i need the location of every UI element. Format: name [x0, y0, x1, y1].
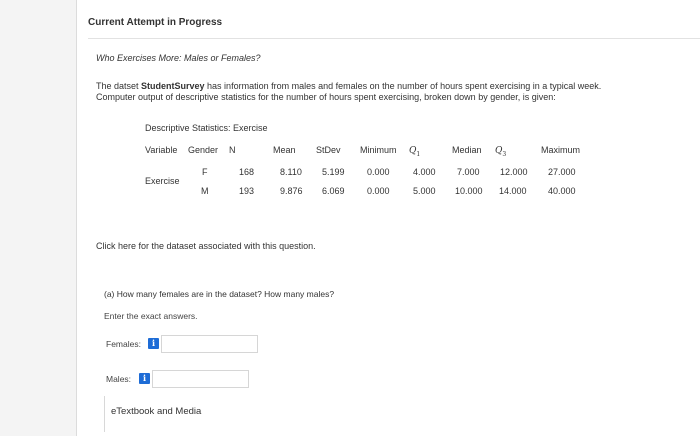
question-title: Who Exercises More: Males or Females? — [96, 53, 261, 63]
page-frame: Current Attempt in Progress Who Exercise… — [0, 0, 700, 436]
cell-maximum: 27.000 — [548, 167, 576, 177]
etextbook-link[interactable]: eTextbook and Media — [111, 406, 201, 417]
cell-stdev: 6.069 — [322, 186, 345, 196]
cell-gender: M — [201, 186, 209, 196]
header-stdev: StDev — [316, 145, 341, 155]
females-label: Females: — [106, 339, 141, 349]
cell-median: 7.000 — [457, 167, 480, 177]
stats-title: Descriptive Statistics: Exercise — [145, 123, 268, 133]
cell-maximum: 40.000 — [548, 186, 576, 196]
cell-n: 168 — [239, 167, 255, 177]
header-variable: Variable — [145, 145, 178, 155]
dataset-link[interactable]: Click here for the dataset associated wi… — [96, 241, 316, 251]
cell-mean: 8.110 — [280, 167, 302, 177]
header-minimum: Minimum — [360, 145, 397, 155]
females-input[interactable] — [161, 335, 258, 353]
males-input[interactable] — [152, 370, 249, 388]
header-q3: Q3 — [495, 145, 506, 158]
header-median: Median — [452, 145, 482, 155]
cell-stdev: 5.199 — [322, 167, 345, 177]
cell-n: 193 — [239, 186, 255, 196]
part-a-prompt: (a) How many females are in the dataset?… — [104, 289, 335, 299]
intro-prefix: The datset — [96, 81, 142, 91]
header-q1: Q1 — [409, 145, 420, 158]
instruction-text: Enter the exact answers. — [104, 311, 198, 321]
info-icon[interactable]: i — [139, 373, 150, 384]
attempt-title: Current Attempt in Progress — [88, 17, 223, 28]
cell-q1: 5.000 — [413, 186, 436, 196]
cell-mean: 9.876 — [280, 186, 303, 196]
cell-q3: 12.000 — [500, 167, 528, 177]
males-label: Males: — [106, 374, 132, 384]
header-mean: Mean — [273, 145, 296, 155]
dataset-name: StudentSurvey — [141, 81, 205, 91]
cell-minimum: 0.000 — [367, 167, 390, 177]
cell-gender: F — [202, 167, 208, 177]
info-icon[interactable]: i — [148, 338, 159, 349]
footer-rule — [104, 396, 105, 432]
cell-minimum: 0.000 — [367, 186, 390, 196]
cell-q1: 4.000 — [413, 167, 436, 177]
cell-q3: 14.000 — [499, 186, 527, 196]
q3-sub: 3 — [502, 150, 507, 158]
question-intro: The datset StudentSurvey has information… — [96, 81, 616, 103]
header-gender: Gender — [188, 145, 219, 155]
header-maximum: Maximum — [541, 145, 581, 155]
variable-name: Exercise — [145, 176, 180, 186]
q1-sub: 1 — [416, 150, 421, 158]
header-n: N — [229, 145, 236, 155]
cell-median: 10.000 — [455, 186, 483, 196]
divider — [88, 38, 700, 39]
